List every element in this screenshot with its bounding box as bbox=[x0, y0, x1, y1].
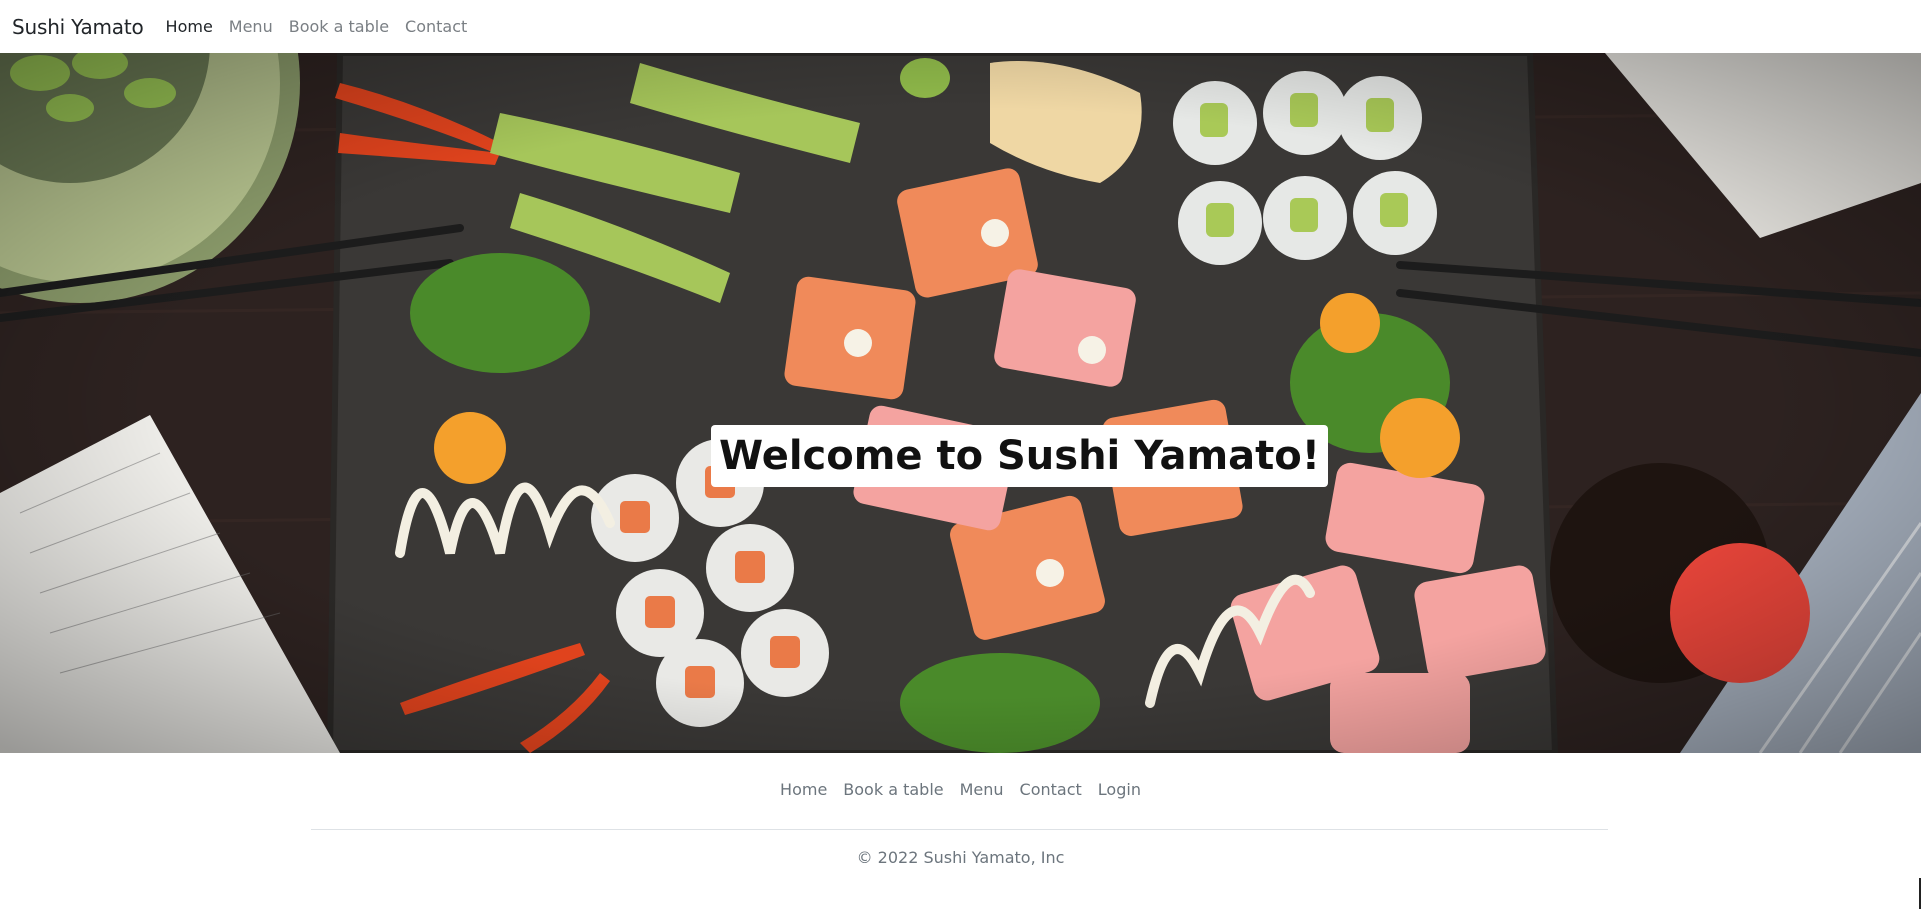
footer-menu-link[interactable]: Menu bbox=[952, 780, 1012, 799]
footer-nav: Home Book a table Menu Contact Login bbox=[0, 780, 1921, 799]
footer-login-link[interactable]: Login bbox=[1090, 780, 1149, 799]
nav-book-table-link[interactable]: Book a table bbox=[281, 17, 397, 36]
footer-contact-link[interactable]: Contact bbox=[1012, 780, 1090, 799]
copyright-text: © 2022 Sushi Yamato, Inc bbox=[856, 848, 1065, 867]
nav-home-link[interactable]: Home bbox=[158, 17, 221, 36]
brand-link[interactable]: Sushi Yamato bbox=[12, 15, 144, 39]
top-navbar: Sushi Yamato Home Menu Book a table Cont… bbox=[0, 0, 1921, 53]
hero-banner: Welcome to Sushi Yamato! bbox=[0, 53, 1921, 753]
footer-home-link[interactable]: Home bbox=[772, 780, 835, 799]
main-nav: Home Menu Book a table Contact bbox=[158, 17, 476, 36]
hero-heading: Welcome to Sushi Yamato! bbox=[711, 425, 1328, 487]
footer-divider bbox=[311, 829, 1608, 830]
nav-menu-link[interactable]: Menu bbox=[221, 17, 281, 36]
hero-photo bbox=[0, 53, 1921, 753]
nav-contact-link[interactable]: Contact bbox=[397, 17, 475, 36]
footer-book-table-link[interactable]: Book a table bbox=[835, 780, 951, 799]
